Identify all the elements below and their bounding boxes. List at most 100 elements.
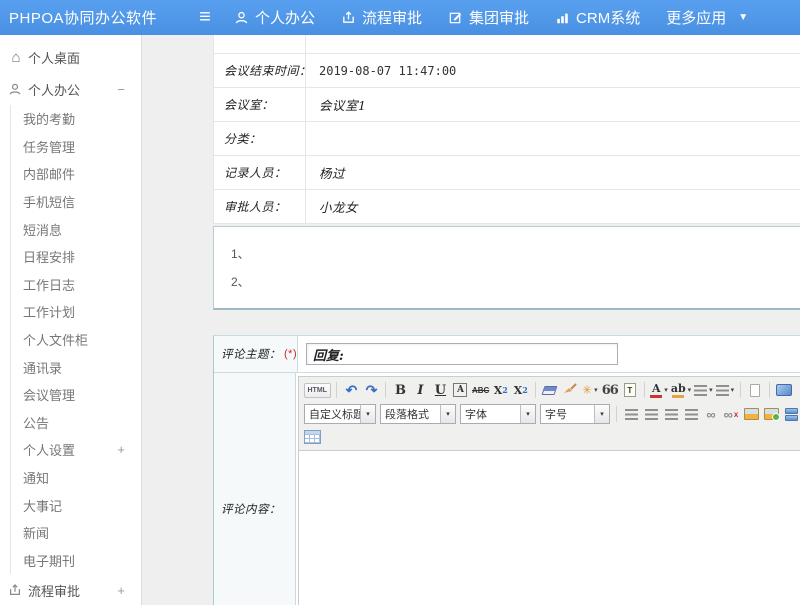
insert-table-button[interactable] — [303, 427, 322, 447]
format-brush-button[interactable] — [560, 380, 579, 400]
font-size-select[interactable]: 字号▾ — [540, 404, 610, 424]
paste-as-text-button[interactable]: T — [620, 380, 639, 400]
paragraph-format-select[interactable]: 段落格式▾ — [380, 404, 456, 424]
italic-button[interactable]: I — [411, 380, 430, 400]
underline-button[interactable]: U — [431, 380, 450, 400]
strikethrough-button[interactable]: ABC — [471, 380, 490, 400]
sidebar-item-task-management[interactable]: 任务管理 — [11, 133, 141, 161]
font-family-select[interactable]: 字体▾ — [460, 404, 536, 424]
sidebar-item-mobile-sms[interactable]: 手机短信 — [11, 188, 141, 216]
bar-chart-icon — [555, 11, 570, 25]
comment-subject-row: 评论主题： (*) — [214, 336, 800, 373]
insert-link-button[interactable]: ∞ — [702, 404, 721, 424]
font-color-button[interactable]: A▾ — [649, 380, 669, 400]
align-left-button[interactable] — [622, 404, 641, 424]
add-image-icon — [764, 408, 779, 420]
align-right-button[interactable] — [662, 404, 681, 424]
nav-item-group-approval[interactable]: 集团审批 — [448, 7, 529, 28]
meeting-room-row: 会议室： 会议室1 — [214, 88, 800, 122]
main-content: 会议结束时间： 2019-08-07 11:47:00 会议室： 会议室1 分类… — [142, 35, 800, 605]
nav-item-workflow-approval[interactable]: 流程审批 — [341, 7, 422, 28]
meeting-end-time-row: 会议结束时间： 2019-08-07 11:47:00 — [214, 54, 800, 88]
boxed-a-icon: A — [453, 383, 467, 397]
sidebar-item-my-attendance[interactable]: 我的考勤 — [11, 105, 141, 133]
expand-icon[interactable]: + — [117, 442, 125, 457]
sidebar-item-personal-office[interactable]: 个人办公 − — [0, 73, 141, 105]
required-mark: (*) — [284, 348, 297, 360]
nav-item-personal-office[interactable]: 个人办公 — [234, 7, 315, 28]
sidebar-item-announcement[interactable]: 公告 — [11, 409, 141, 437]
unlink-button[interactable]: ∞x — [722, 404, 741, 424]
sidebar-item-meeting-management[interactable]: 会议管理 — [11, 381, 141, 409]
ordered-list-button[interactable]: ▾ — [693, 380, 714, 400]
sidebar-item-personal-settings[interactable]: 个人设置+ — [11, 436, 141, 464]
sidebar-item-personal-desktop[interactable]: ⌂ 个人桌面 — [0, 41, 141, 73]
sidebar-item-personal-file-cabinet[interactable]: 个人文件柜 — [11, 326, 141, 354]
nav-item-more-apps[interactable]: 更多应用 — [666, 7, 726, 28]
blank-page-icon — [750, 384, 760, 397]
highlight-color-button[interactable]: ab▾ — [670, 380, 692, 400]
field-value: 会议室1 — [306, 88, 800, 121]
category-row: 分类： — [214, 122, 800, 156]
table-grid-icon — [304, 430, 321, 444]
new-page-button[interactable] — [745, 380, 764, 400]
subscript-button[interactable]: X2 — [511, 380, 530, 400]
auto-format-button[interactable]: ✳▾ — [580, 380, 599, 400]
nav-item-crm-system[interactable]: CRM系统 — [555, 7, 640, 28]
blockquote-button[interactable]: 66 — [600, 380, 619, 400]
brush-icon — [563, 381, 577, 399]
sidebar-item-workflow-approval[interactable]: 流程审批 + — [0, 574, 141, 605]
fullscreen-button[interactable] — [774, 380, 793, 400]
nav-label: 更多应用 — [666, 7, 726, 28]
sidebar-item-major-events[interactable]: 大事记 — [11, 491, 141, 519]
hamburger-menu-icon[interactable]: ≡ — [190, 0, 220, 35]
align-justify-button[interactable] — [682, 404, 701, 424]
comment-subject-input[interactable] — [306, 343, 618, 365]
field-value — [306, 122, 800, 155]
caret-down-icon: ▾ — [594, 386, 598, 394]
nav-label: 流程审批 — [362, 7, 422, 28]
sidebar-item-schedule[interactable]: 日程安排 — [11, 243, 141, 271]
expand-icon[interactable]: + — [117, 583, 125, 598]
sidebar-item-short-message[interactable]: 短消息 — [11, 215, 141, 243]
comment-form-table: 评论主题： (*) 评论内容： HTML ↶ ↷ — [213, 335, 800, 605]
remove-format-button[interactable] — [540, 380, 559, 400]
sidebar-item-label: 个人桌面 — [28, 48, 80, 67]
sidebar-item-notification[interactable]: 通知 — [11, 464, 141, 492]
collapse-icon[interactable]: − — [117, 82, 125, 97]
workflow-icon — [341, 10, 356, 25]
sidebar-item-contacts[interactable]: 通讯录 — [11, 353, 141, 381]
unordered-list-button[interactable]: ▾ — [715, 380, 736, 400]
red-color-bar-icon — [650, 395, 662, 398]
media-button[interactable] — [782, 404, 800, 424]
char-border-button[interactable]: A — [451, 380, 470, 400]
bullet-list-icon — [716, 385, 729, 396]
caret-down-icon[interactable]: ▼ — [738, 12, 748, 23]
html-source-button[interactable]: HTML — [303, 380, 332, 400]
editor-content[interactable] — [299, 451, 800, 605]
sidebar-item-news[interactable]: 新闻 — [11, 519, 141, 547]
field-value: 杨过 — [306, 156, 800, 189]
superscript-button[interactable]: X2 — [491, 380, 510, 400]
brand: PHPOA协同办公软件 — [0, 7, 190, 28]
bold-button[interactable]: B — [391, 380, 410, 400]
heading-select[interactable]: 自定义标题▾ — [304, 404, 376, 424]
align-center-icon — [645, 409, 658, 420]
caret-down-icon: ▾ — [440, 405, 455, 423]
field-label: 审批人员： — [214, 190, 306, 223]
caret-down-icon: ▾ — [709, 386, 713, 394]
note-line: 2、 — [231, 268, 800, 296]
image-button[interactable] — [742, 404, 761, 424]
insert-image-button[interactable] — [762, 404, 781, 424]
sidebar-item-e-journal[interactable]: 电子期刊 — [11, 547, 141, 575]
sidebar-item-work-plan[interactable]: 工作计划 — [11, 298, 141, 326]
undo-button[interactable]: ↶ — [342, 380, 361, 400]
sidebar-item-work-log[interactable]: 工作日志 — [11, 271, 141, 299]
toolbar-row-1: HTML ↶ ↷ B I U A ABC X2 X2 — [302, 378, 800, 402]
redo-button[interactable]: ↷ — [362, 380, 381, 400]
sidebar-item-internal-mail[interactable]: 内部邮件 — [11, 160, 141, 188]
unlink-icon: ∞ — [724, 407, 733, 422]
meeting-notes-box: 1、 2、 — [213, 226, 800, 310]
align-center-button[interactable] — [642, 404, 661, 424]
monitor-icon — [776, 384, 792, 396]
